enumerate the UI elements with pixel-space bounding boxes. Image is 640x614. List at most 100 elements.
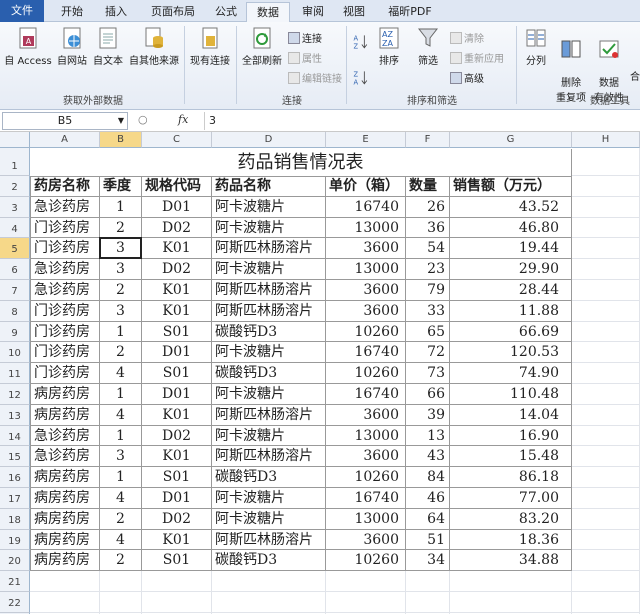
row-header[interactable]: 9	[0, 321, 30, 343]
table-cell[interactable]: 51	[406, 529, 450, 551]
empty-cell[interactable]	[572, 384, 640, 405]
table-cell[interactable]: 2	[100, 342, 142, 364]
empty-cell[interactable]	[406, 571, 450, 592]
column-header-h[interactable]: H	[572, 132, 640, 148]
sort-button[interactable]: AZ ZA 排序	[374, 26, 404, 67]
table-cell[interactable]: 阿斯匹林肠溶片	[212, 529, 326, 551]
empty-cell[interactable]	[326, 592, 406, 613]
column-header-f[interactable]: F	[406, 132, 450, 148]
row-header[interactable]: 10	[0, 342, 30, 364]
tab-review[interactable]: 审阅	[294, 2, 332, 22]
table-cell[interactable]: 门诊药房	[30, 217, 100, 239]
table-cell[interactable]: 54	[406, 238, 450, 260]
table-cell[interactable]: D02	[142, 425, 212, 447]
table-cell[interactable]: 3600	[326, 238, 406, 260]
table-cell[interactable]: 门诊药房	[30, 363, 100, 384]
table-cell[interactable]: 64	[406, 508, 450, 530]
tab-file[interactable]: 文件	[0, 0, 44, 22]
table-cell[interactable]: 23	[406, 259, 450, 280]
table-cell[interactable]: 26	[406, 196, 450, 218]
table-cell[interactable]: 13000	[326, 217, 406, 239]
from-web-button[interactable]: 自网站	[54, 26, 90, 67]
table-cell[interactable]: 16740	[326, 342, 406, 364]
table-cell[interactable]: K01	[142, 446, 212, 468]
header-cell[interactable]: 数量	[406, 176, 450, 197]
table-cell[interactable]: 72	[406, 342, 450, 364]
tab-foxit-pdf[interactable]: 福昕PDF	[380, 2, 440, 22]
sheet-title[interactable]: 药品销售情况表	[30, 149, 572, 177]
table-cell[interactable]: 阿卡波糖片	[212, 342, 326, 364]
table-cell[interactable]: 34	[406, 550, 450, 572]
table-cell[interactable]: 病房药房	[30, 529, 100, 551]
row-header[interactable]: 20	[0, 550, 30, 572]
empty-cell[interactable]	[572, 363, 640, 384]
table-cell[interactable]: 110.48	[450, 384, 572, 405]
table-cell[interactable]: 3600	[326, 404, 406, 426]
table-cell[interactable]: D01	[142, 488, 212, 509]
table-cell[interactable]: D02	[142, 217, 212, 239]
table-cell[interactable]: 病房药房	[30, 404, 100, 426]
tab-insert[interactable]: 插入	[96, 2, 136, 22]
table-cell[interactable]: 4	[100, 404, 142, 426]
empty-cell[interactable]	[212, 571, 326, 592]
table-cell[interactable]: 阿卡波糖片	[212, 384, 326, 405]
table-cell[interactable]: 10260	[326, 467, 406, 488]
empty-cell[interactable]	[30, 592, 100, 613]
table-cell[interactable]: 16.90	[450, 425, 572, 447]
row-header[interactable]: 4	[0, 217, 30, 239]
table-cell[interactable]: 1	[100, 196, 142, 218]
tab-view[interactable]: 视图	[336, 2, 372, 22]
table-cell[interactable]: D01	[142, 196, 212, 218]
empty-cell[interactable]	[572, 592, 640, 613]
refresh-all-button[interactable]: 全部刷新	[240, 26, 284, 67]
table-cell[interactable]: 18.36	[450, 529, 572, 551]
table-cell[interactable]: S01	[142, 550, 212, 572]
sort-ascending-button[interactable]: AZ	[350, 32, 372, 54]
empty-cell[interactable]	[406, 592, 450, 613]
table-cell[interactable]: 13000	[326, 508, 406, 530]
reapply-button[interactable]: 重新应用	[450, 50, 504, 65]
table-cell[interactable]: 急诊药房	[30, 425, 100, 447]
table-cell[interactable]: 3600	[326, 300, 406, 322]
table-cell[interactable]: 病房药房	[30, 488, 100, 509]
column-header-b[interactable]: B	[100, 132, 142, 148]
existing-connections-button[interactable]: 现有连接	[188, 26, 232, 67]
empty-cell[interactable]	[572, 467, 640, 488]
table-cell[interactable]: 门诊药房	[30, 300, 100, 322]
empty-cell[interactable]	[572, 446, 640, 468]
table-cell[interactable]: D01	[142, 342, 212, 364]
row-header[interactable]: 5	[0, 238, 30, 260]
name-box[interactable]: B5 ▼	[2, 112, 128, 130]
table-cell[interactable]: 16740	[326, 488, 406, 509]
table-cell[interactable]: 13000	[326, 259, 406, 280]
sort-descending-button[interactable]: ZA	[350, 68, 372, 90]
row-header[interactable]: 6	[0, 259, 30, 280]
table-cell[interactable]: 碳酸钙D3	[212, 321, 326, 343]
table-cell[interactable]: 74.90	[450, 363, 572, 384]
table-cell[interactable]: 43.52	[450, 196, 572, 218]
column-header-a[interactable]: A	[30, 132, 100, 148]
table-cell[interactable]: 病房药房	[30, 550, 100, 572]
select-all-corner[interactable]	[0, 132, 30, 148]
empty-cell[interactable]	[572, 148, 640, 176]
table-cell[interactable]: 46.80	[450, 217, 572, 239]
table-cell[interactable]: 3600	[326, 529, 406, 551]
table-cell[interactable]: K01	[142, 404, 212, 426]
table-cell[interactable]: 门诊药房	[30, 342, 100, 364]
table-cell[interactable]: 1	[100, 384, 142, 405]
row-header[interactable]: 18	[0, 508, 30, 530]
header-cell[interactable]: 药品名称	[212, 176, 326, 197]
header-cell[interactable]: 规格代码	[142, 176, 212, 197]
row-header[interactable]: 13	[0, 404, 30, 426]
empty-cell[interactable]	[450, 592, 572, 613]
table-cell[interactable]: 65	[406, 321, 450, 343]
table-cell[interactable]: 13	[406, 425, 450, 447]
table-cell[interactable]: 门诊药房	[30, 321, 100, 343]
table-cell[interactable]: 阿卡波糖片	[212, 259, 326, 280]
table-cell[interactable]: 73	[406, 363, 450, 384]
row-header[interactable]: 2	[0, 176, 30, 197]
table-cell[interactable]: 15.48	[450, 446, 572, 468]
empty-cell[interactable]	[212, 592, 326, 613]
tab-page-layout[interactable]: 页面布局	[142, 2, 204, 22]
text-to-columns-button[interactable]: 分列	[520, 26, 552, 67]
